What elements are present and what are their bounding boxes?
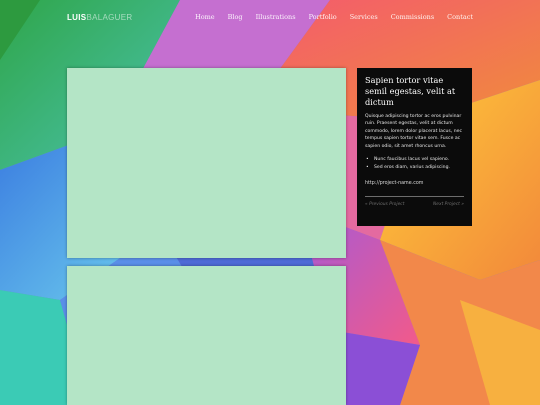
site-header: LUISBALAGUER Home Blog Illustrations Por… [0, 0, 540, 36]
nav-item-blog[interactable]: Blog [228, 13, 243, 21]
project-image-placeholder[interactable] [67, 266, 346, 405]
nav-item-services[interactable]: Services [350, 13, 378, 21]
project-feature-list: Nunc faucibus lacus vel sapieno. Sed ero… [365, 156, 464, 172]
nav-item-contact[interactable]: Contact [447, 13, 473, 21]
site-logo[interactable]: LUISBALAGUER [67, 13, 132, 22]
project-title: Sapien tortor vitae semil egestas, velit… [365, 75, 456, 107]
previous-project-link[interactable]: « Previous Project [365, 202, 404, 207]
main-nav: Home Blog Illustrations Portfolio Servic… [195, 13, 473, 21]
nav-item-portfolio[interactable]: Portfolio [309, 13, 337, 21]
project-image-placeholder[interactable] [67, 68, 346, 258]
nav-item-home[interactable]: Home [195, 13, 215, 21]
logo-light-text: BALAGUER [86, 13, 133, 22]
next-project-link[interactable]: Next Project » [433, 202, 464, 207]
logo-bold-text: LUIS [67, 13, 87, 22]
nav-item-commissions[interactable]: Commissions [391, 13, 434, 21]
project-pager: « Previous Project Next Project » [365, 202, 464, 207]
list-item: Nunc faucibus lacus vel sapieno. [365, 156, 464, 164]
nav-item-illustrations[interactable]: Illustrations [256, 13, 296, 21]
list-item: Sed eros diam, varius adipiscing. [365, 164, 464, 172]
project-info-panel: Sapien tortor vitae semil egestas, velit… [357, 68, 472, 226]
divider [365, 196, 464, 198]
project-description: Quisque adipiscing tortor ac eros pulvin… [365, 114, 462, 149]
project-url-link[interactable]: http://project-name.com [365, 180, 464, 188]
